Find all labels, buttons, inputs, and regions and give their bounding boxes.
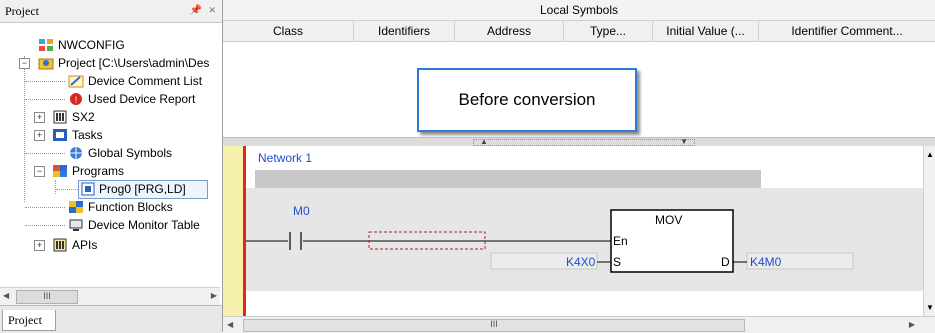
monitor-table-icon [69, 219, 83, 231]
scroll-left-arrow-icon[interactable]: ◀ [3, 291, 9, 300]
scroll-thumb[interactable]: III [16, 290, 78, 304]
tree-connector [25, 225, 65, 226]
tree-item-prog0[interactable]: Prog0 [PRG,LD] [0, 180, 220, 199]
local-symbols-title: Local Symbols [223, 0, 935, 21]
tree-item-nwconfig[interactable]: NWCONFIG [0, 36, 220, 54]
tab-project[interactable]: Project [2, 310, 56, 331]
expand-down-icon[interactable]: ▼ [680, 138, 688, 146]
pin-icon[interactable]: 📌 [190, 5, 202, 17]
tree-item-label: APIs [72, 238, 98, 252]
expand-icon[interactable]: + [34, 240, 45, 251]
ladder-editor[interactable]: Network 1 M0 MOV En S D K4X0 K4M0 [223, 146, 923, 316]
project-pane: Project 📌 × NWCONFIG − Project [C:\Users… [0, 0, 223, 333]
pin-en-label: En [613, 234, 628, 248]
scroll-right-arrow-icon[interactable]: ▶ [211, 291, 217, 300]
ladder-diagram [246, 209, 854, 273]
local-symbols-header: Class Identifiers Address Type... Initia… [223, 21, 935, 42]
expand-icon[interactable]: + [34, 112, 45, 123]
tree-connector [25, 153, 65, 154]
column-header-type[interactable]: Type... [564, 21, 653, 41]
ladder-vertical-scrollbar[interactable]: ▲ ▼ [923, 146, 935, 316]
tree-item-project[interactable]: − Project [C:\Users\admin\Des [0, 54, 220, 72]
tree-item-device-monitor-table[interactable]: Device Monitor Table [0, 216, 220, 234]
project-icon [38, 58, 54, 70]
tree-item-label: Used Device Report [88, 92, 196, 106]
device-report-icon: ! [70, 93, 82, 105]
program-file-icon [81, 182, 95, 196]
scroll-down-arrow-icon[interactable]: ▼ [926, 303, 934, 312]
tree-item-label: Tasks [72, 128, 103, 142]
callout-box: Before conversion [417, 68, 637, 132]
tree-connector [25, 99, 65, 100]
tasks-icon [53, 129, 67, 141]
collapse-icon[interactable]: − [34, 166, 45, 177]
tree-item-label: Programs [72, 164, 125, 178]
tree-item-label: Global Symbols [88, 146, 173, 160]
column-header-identifiers[interactable]: Identifiers [354, 21, 455, 41]
plc-icon [53, 110, 67, 124]
tree-item-label: Device Comment List [88, 74, 203, 88]
tree-item-tasks[interactable]: + Tasks [0, 126, 220, 144]
global-symbols-icon [70, 147, 82, 159]
tree-item-label: Prog0 [PRG,LD] [99, 182, 186, 196]
scroll-left-arrow-icon[interactable]: ◀ [227, 320, 233, 329]
expand-icon[interactable]: + [34, 130, 45, 141]
function-blocks-icon [69, 201, 83, 213]
tree-connector [25, 81, 65, 82]
tree-item-label: Function Blocks [88, 200, 173, 214]
tree-item-programs[interactable]: − Programs [0, 162, 220, 180]
svg-text:!: ! [75, 95, 78, 105]
scroll-right-arrow-icon[interactable]: ▶ [909, 320, 915, 329]
tree-item-device-comment-list[interactable]: Device Comment List [0, 72, 220, 90]
column-header-class[interactable]: Class [223, 21, 354, 41]
ladder-horizontal-scrollbar[interactable]: ◀ III ▶ [223, 316, 935, 333]
contact-label[interactable]: M0 [293, 204, 310, 218]
programs-icon [53, 165, 67, 177]
column-header-initial-value[interactable]: Initial Value (... [653, 21, 759, 41]
network-config-icon [39, 39, 53, 51]
tree-connector [56, 189, 78, 190]
close-icon[interactable]: × [209, 3, 216, 17]
comment-list-icon [68, 75, 84, 88]
tree-item-used-device-report[interactable]: ! Used Device Report [0, 90, 220, 108]
tree-connector [25, 207, 65, 208]
tree-item-label: NWCONFIG [58, 38, 125, 52]
tree-item-global-symbols[interactable]: Global Symbols [0, 144, 220, 162]
apis-icon [53, 238, 67, 252]
pin-d-label: D [721, 255, 730, 269]
tree-item-label: Project [C:\Users\admin\Des [58, 56, 210, 70]
column-header-identifier-comment[interactable]: Identifier Comment... [759, 21, 935, 41]
project-tab-strip: Project [0, 305, 222, 333]
splitter-grip[interactable]: ▲ ▼ [473, 138, 695, 146]
operand-d-label[interactable]: K4M0 [750, 255, 781, 269]
tree-item-label: Device Monitor Table [88, 218, 200, 232]
instruction-name[interactable]: MOV [655, 213, 682, 227]
project-pane-titlebar: Project 📌 × [0, 0, 222, 23]
scroll-up-arrow-icon[interactable]: ▲ [926, 150, 934, 159]
collapse-up-icon[interactable]: ▲ [480, 138, 488, 146]
tree-item-sx2[interactable]: + SX2 [0, 108, 220, 126]
project-horizontal-scrollbar[interactable]: ◀ III ▶ [0, 287, 220, 305]
tree-item-function-blocks[interactable]: Function Blocks [0, 198, 220, 216]
operand-s-label[interactable]: K4X0 [566, 255, 595, 269]
pin-s-label: S [613, 255, 622, 269]
project-pane-title: Project [5, 4, 39, 18]
tree-item-label: SX2 [72, 110, 95, 124]
tree-item-apis[interactable]: + APIs [0, 236, 220, 254]
scroll-thumb[interactable]: III [243, 319, 745, 332]
column-header-address[interactable]: Address [455, 21, 564, 41]
collapse-icon[interactable]: − [19, 58, 30, 69]
